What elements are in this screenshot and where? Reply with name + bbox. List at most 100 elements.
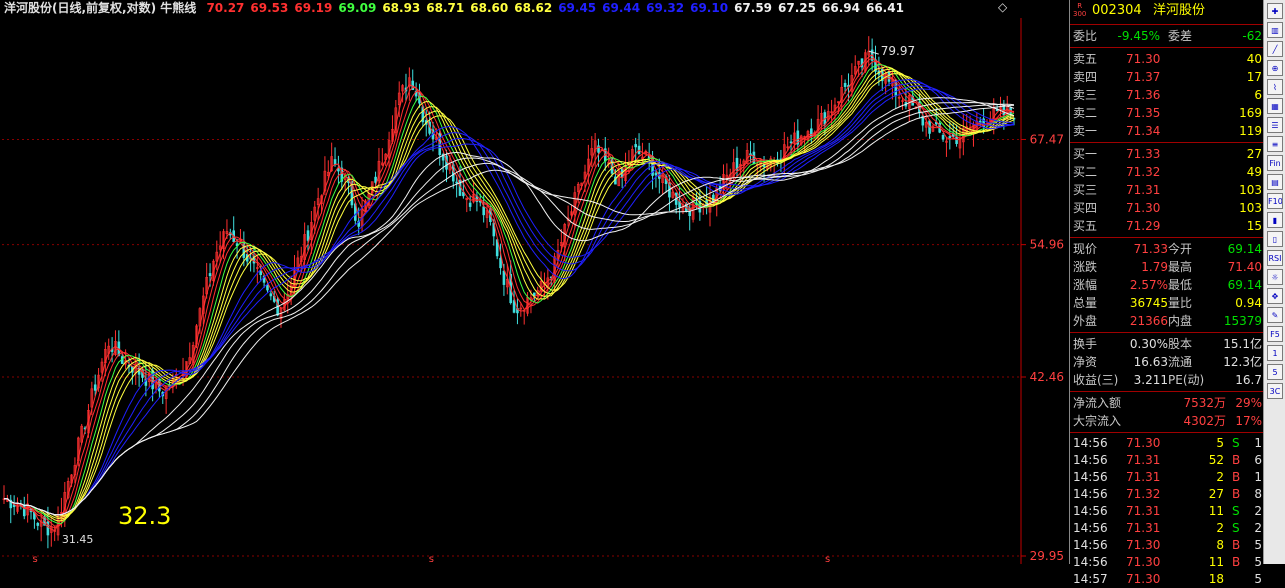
f10-tool-button[interactable]: F10 xyxy=(1267,193,1283,209)
ma-line xyxy=(4,97,1015,516)
bids-row[interactable]: 买三 71.31 103 xyxy=(1070,181,1264,199)
candle-body xyxy=(688,207,692,217)
tick-count: 5 xyxy=(1254,572,1262,586)
stat-label: 总量 xyxy=(1073,296,1098,310)
bid-book: 买一 71.33 27 买二 71.32 49 买三 71.31 103 买四 71.30 103 买五… xyxy=(1070,145,1264,235)
kline-tool-button[interactable]: ▥ xyxy=(1267,22,1283,38)
pen-tool-button[interactable]: ✎ xyxy=(1267,307,1283,323)
crosshair-tool-icon: ✚ xyxy=(1271,7,1279,16)
bids-volume: 15 xyxy=(1246,219,1262,233)
candle-body xyxy=(948,136,952,139)
divider xyxy=(1070,47,1264,48)
ma-value: 68.62 xyxy=(514,1,553,15)
ma-value: 69.32 xyxy=(646,1,685,15)
bids-row[interactable]: 买二 71.32 49 xyxy=(1070,163,1264,181)
ma-value: 70.27 xyxy=(206,1,245,15)
doc-tool-button[interactable]: ▤ xyxy=(1267,174,1283,190)
ma-line xyxy=(4,68,1015,520)
market-badge: R 300 xyxy=(1073,2,1086,18)
weicha-value: -62 xyxy=(1242,29,1262,43)
fund-label: 收益(三) xyxy=(1073,373,1119,387)
stat-value: 1.79 xyxy=(1141,260,1168,274)
tick-side: S xyxy=(1232,436,1240,450)
bids-row[interactable]: 买五 71.29 15 xyxy=(1070,217,1264,235)
tick-price: 71.31 xyxy=(1126,521,1161,535)
candle-body xyxy=(93,384,97,391)
stat-label-2: 量比 xyxy=(1168,296,1193,310)
diamond-icon[interactable]: ◇ xyxy=(998,0,1007,14)
asks-volume: 40 xyxy=(1246,52,1262,66)
asks-price: 71.35 xyxy=(1126,106,1161,120)
tick-side: B xyxy=(1232,538,1241,552)
ma-line xyxy=(4,63,1015,524)
page-five-button[interactable]: 5 xyxy=(1267,364,1283,380)
y-tick-label: 54.96 xyxy=(1030,238,1064,252)
candle-body xyxy=(502,270,506,285)
bids-label: 买一 xyxy=(1073,147,1098,161)
stat-row: 外盘 21366 内盘 15379 xyxy=(1070,312,1264,330)
trend-tool-button[interactable]: ⌇ xyxy=(1267,79,1283,95)
candle-body xyxy=(374,176,377,183)
asks-row[interactable]: 卖四 71.37 17 xyxy=(1070,68,1264,86)
stat-value: 2.57% xyxy=(1129,278,1168,292)
asks-volume: 169 xyxy=(1239,106,1262,120)
tick-time: 14:56 xyxy=(1073,555,1108,569)
ma-line xyxy=(4,85,1015,516)
chart-tool-button[interactable]: ▯ xyxy=(1267,231,1283,247)
bids-price: 71.31 xyxy=(1126,183,1161,197)
asks-row[interactable]: 卖一 71.34 119 xyxy=(1070,122,1264,140)
table-tool-button[interactable]: ☰ xyxy=(1267,117,1283,133)
tick-time: 14:56 xyxy=(1073,538,1108,552)
page-3c-button[interactable]: 3C xyxy=(1267,383,1283,399)
y-tick-label: 29.95 xyxy=(1030,549,1064,563)
tick-row: 14:57 71.30 18 5 xyxy=(1070,571,1264,588)
fs-tool-button[interactable]: F5 xyxy=(1267,326,1283,342)
tick-row: 14:56 71.30 5 S 1 xyxy=(1070,435,1264,452)
asks-label: 卖一 xyxy=(1073,124,1098,138)
tick-row: 14:56 71.30 11 B 5 xyxy=(1070,554,1264,571)
fin-tool-button[interactable]: Fin xyxy=(1267,155,1283,171)
stats-block: 现价 71.33 今开 69.14 涨跌 1.79 最高 71.40 涨幅 2.57% 最低 69.1… xyxy=(1070,240,1264,330)
flow-value: 7532万 xyxy=(1183,396,1226,410)
weibi-row: 委比 -9.45% 委差 -62 xyxy=(1070,27,1264,45)
bids-row[interactable]: 买一 71.33 27 xyxy=(1070,145,1264,163)
candle-body xyxy=(269,293,273,297)
tick-volume: 52 xyxy=(1208,453,1224,467)
signal-tool-button[interactable]: ▮ xyxy=(1267,212,1283,228)
grid-tool-button[interactable]: ▦ xyxy=(1267,98,1283,114)
chart-panel[interactable]: 67.47 54.96 42.46 29.95 79.97 31.45 32.3 s s s 洋河… xyxy=(0,0,1068,564)
line-tool-button[interactable]: ╱ xyxy=(1267,41,1283,57)
bids-row[interactable]: 买四 71.30 103 xyxy=(1070,199,1264,217)
note-label: 32.3 xyxy=(118,502,171,530)
kline-chart[interactable]: 67.47 54.96 42.46 29.95 79.97 31.45 32.3 s s s xyxy=(0,0,1068,564)
page-five-icon: 5 xyxy=(1272,368,1278,377)
candle-body xyxy=(306,230,310,241)
ma-value: 67.59 xyxy=(734,1,773,15)
move-tool-button[interactable]: ✥ xyxy=(1267,288,1283,304)
page-one-button[interactable]: 1 xyxy=(1267,345,1283,361)
chart-header: 洋河股份(日线,前复权,对数) 牛熊线 70.27 69.53 69.19 69.09… xyxy=(4,0,904,16)
list-tool-button[interactable]: ≡ xyxy=(1267,136,1283,152)
ma-line xyxy=(4,104,1014,516)
weibi-value: -9.45% xyxy=(1117,29,1160,43)
quote-panel: R 300 002304 洋河股份 委比 -9.45% 委差 -62 卖五 71.… xyxy=(1069,0,1264,586)
asks-volume: 17 xyxy=(1246,70,1262,84)
rsi-tool-button[interactable]: RSI xyxy=(1267,250,1283,266)
zoom-tool-button[interactable]: ⊕ xyxy=(1267,60,1283,76)
bids-price: 71.29 xyxy=(1126,219,1161,233)
tick-volume: 5 xyxy=(1216,436,1224,450)
asks-row[interactable]: 卖二 71.35 169 xyxy=(1070,104,1264,122)
asks-row[interactable]: 卖三 71.36 6 xyxy=(1070,86,1264,104)
alarm-tool-button[interactable]: ☼ xyxy=(1267,269,1283,285)
tick-time: 14:56 xyxy=(1073,487,1108,501)
candle-body xyxy=(789,141,793,144)
tick-price: 71.31 xyxy=(1126,470,1161,484)
tick-count: 5 xyxy=(1254,538,1262,552)
asks-row[interactable]: 卖五 71.30 40 xyxy=(1070,50,1264,68)
tick-list[interactable]: 14:56 71.30 5 S 1 14:56 71.31 52 B 6 14:56 71.31 2 B 1… xyxy=(1070,435,1264,588)
divider xyxy=(1070,391,1264,392)
fund-row: 换手 0.30% 股本 15.1亿 xyxy=(1070,335,1264,353)
tick-time: 14:56 xyxy=(1073,470,1108,484)
crosshair-tool-button[interactable]: ✚ xyxy=(1267,3,1283,19)
stat-value-2: 69.14 xyxy=(1227,242,1262,256)
